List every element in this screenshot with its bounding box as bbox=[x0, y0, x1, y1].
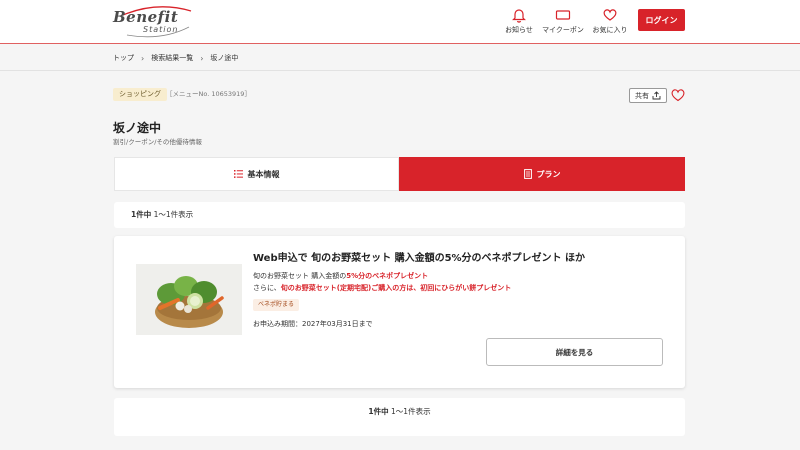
share-label: 共有 bbox=[635, 91, 649, 100]
chevron-right-icon: › bbox=[141, 53, 145, 63]
plan-description-2: さらに、旬のお野菜セット(定期宅配)ご購入の方は、初回にひらがい餅プレゼント bbox=[253, 283, 511, 293]
plan-description-1: 旬のお野菜セット 購入金額の5%分のベネポプレゼント bbox=[253, 271, 428, 281]
nav-notifications-label: お知らせ bbox=[505, 26, 533, 34]
breadcrumb-current: 坂ノ途中 bbox=[210, 54, 239, 62]
plan-desc2-highlight: 旬のお野菜セット(定期宅配)ご購入の方は、初回にひらがい餅プレゼント bbox=[280, 284, 512, 292]
breadcrumb-search-results[interactable]: 検索結果一覧 bbox=[151, 53, 193, 63]
nav-my-coupon[interactable]: マイクーポン bbox=[540, 7, 586, 37]
result-count-bottom: 1件中 1〜1件表示 bbox=[114, 398, 685, 436]
logo-station-text: Station bbox=[143, 25, 179, 34]
coupon-icon bbox=[555, 10, 571, 20]
plan-desc1-highlight: 5%分のベネポプレゼント bbox=[346, 272, 429, 280]
page-title: 坂ノ途中 bbox=[113, 121, 162, 135]
plan-desc1-text: 旬のお野菜セット 購入金額の bbox=[253, 272, 347, 280]
view-details-button[interactable]: 詳細を見る bbox=[486, 338, 663, 366]
share-button[interactable]: 共有 bbox=[629, 88, 667, 103]
plan-card: Web申込で 旬のお野菜セット 購入金額の5%分のベネポプレゼント ほか 旬のお… bbox=[114, 236, 685, 388]
page-subtitle: 割引/クーポン/その他優待情報 bbox=[113, 138, 202, 146]
document-icon bbox=[523, 169, 532, 179]
category-tag: ショッピング bbox=[113, 88, 167, 101]
nav-my-coupon-label: マイクーポン bbox=[542, 26, 584, 34]
vegetable-basket-icon bbox=[136, 264, 242, 335]
result-count: 1件中 bbox=[131, 210, 152, 219]
breadcrumb: トップ › 検索結果一覧 › 坂ノ途中 bbox=[113, 51, 238, 65]
nav-favorites-label: お気に入り bbox=[592, 26, 628, 34]
favorite-heart-icon[interactable] bbox=[671, 88, 685, 102]
logo-benefit-text: Benefit bbox=[113, 8, 179, 26]
plan-desc2-text: さらに、 bbox=[253, 284, 281, 292]
result-range: 1〜1件表示 bbox=[153, 210, 194, 219]
heart-icon bbox=[603, 9, 617, 21]
nav-favorites[interactable]: お気に入り bbox=[588, 7, 632, 37]
breadcrumb-top[interactable]: トップ bbox=[113, 53, 134, 63]
menu-number: ［メニューNo. 10653919］ bbox=[166, 90, 251, 98]
nav-notifications[interactable]: お知らせ bbox=[497, 7, 541, 37]
breadcrumb-divider bbox=[0, 70, 800, 71]
points-badge: ベネポ貯まる bbox=[253, 299, 300, 311]
site-header: Benefit Station お知らせ マイクーポン お気に入り ログイン bbox=[0, 0, 800, 44]
share-icon bbox=[652, 91, 661, 100]
login-button[interactable]: ログイン bbox=[638, 9, 685, 31]
chevron-right-icon: › bbox=[200, 53, 204, 63]
result-count-top: 1件中 1〜1件表示 bbox=[114, 202, 685, 228]
tab-basic-info-label: 基本情報 bbox=[247, 169, 280, 179]
vegetable-basket-image bbox=[136, 264, 242, 335]
plan-title[interactable]: Web申込で 旬のお野菜セット 購入金額の5%分のベネポプレゼント ほか bbox=[253, 249, 585, 264]
tab-plan-label: プラン bbox=[536, 169, 561, 179]
tab-basic-info[interactable]: 基本情報 bbox=[114, 157, 399, 191]
benefit-station-logo[interactable]: Benefit Station bbox=[113, 4, 193, 40]
application-period: お申込み期間：2027年03月31日まで bbox=[253, 320, 373, 328]
bell-icon bbox=[512, 9, 526, 23]
result-range-bottom: 1〜1件表示 bbox=[391, 407, 431, 416]
result-count-bottom-total: 1件中 bbox=[368, 407, 389, 416]
list-icon bbox=[233, 170, 243, 178]
tab-plan[interactable]: プラン bbox=[399, 157, 685, 191]
